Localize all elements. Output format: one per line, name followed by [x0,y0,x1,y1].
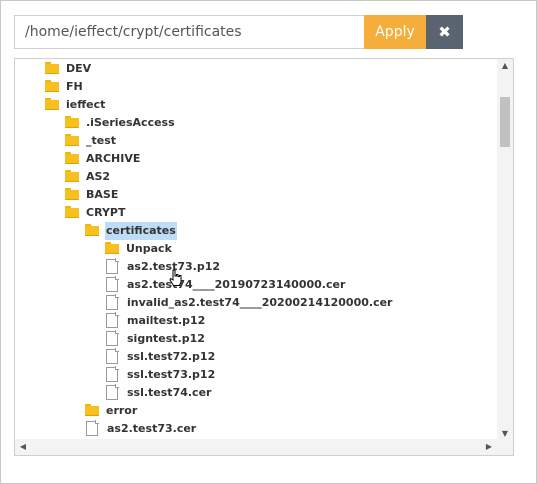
folder-icon [45,62,59,75]
tree-node-label: ieffect [66,98,106,111]
tree-node-label: certificates [105,222,177,240]
scrollbar-corner [497,439,513,455]
file-icon [86,420,99,436]
folder-icon [45,98,59,111]
tree-node-label: signtest.p12 [127,332,205,345]
scroll-up-arrow-icon[interactable]: ▲ [497,59,513,73]
close-icon: ✖ [438,23,451,41]
vertical-scrollbar[interactable]: ▲ ▼ [497,59,513,441]
folder-icon [105,242,119,255]
folder-icon [85,224,99,237]
tree-node-label: ssl.test73.p12 [127,368,216,381]
tree-node-label: as2.test74____20190723140000.cer [127,278,346,291]
horizontal-scrollbar[interactable]: ◀ ▶ [15,439,497,455]
tree-node-label: ssl.test74.cer [127,386,212,399]
file-icon [106,348,119,364]
close-button[interactable]: ✖ [426,15,463,49]
folder-icon [65,170,79,183]
tree-node-label: Unpack [126,242,172,255]
file-picker-dialog: Apply ✖ DEV FH ieffect .iSeriesAccess _test A… [0,0,537,484]
tree-node-label: BASE [86,188,119,201]
folder-icon [45,80,59,93]
tree-node-label: ssl.test72.p12 [127,350,216,363]
folder-icon [65,116,79,129]
tree-node-label: FH [66,80,83,93]
scroll-left-arrow-icon[interactable]: ◀ [16,439,30,455]
tree-node-label: as2.test73.p12 [127,260,220,273]
file-icon [106,384,119,400]
vertical-scroll-thumb[interactable] [500,97,510,147]
tree-node-label: .iSeriesAccess [86,116,175,129]
folder-icon [65,188,79,201]
tree-viewport: DEV FH ieffect .iSeriesAccess _test ARCHIVE AS… [15,59,497,441]
tree-node-label: CRYPT [86,206,126,219]
file-icon [106,258,119,274]
folder-icon [85,404,99,417]
folder-icon [65,206,79,219]
apply-button[interactable]: Apply [364,15,426,49]
tree-node-label: DEV [66,62,92,75]
tree-node-label: _test [86,134,117,147]
tree-node-label: ARCHIVE [86,152,141,165]
scroll-right-arrow-icon[interactable]: ▶ [482,439,496,455]
file-icon [106,312,119,328]
folder-icon [65,134,79,147]
tree-node-label: invalid_as2.test74____20200214120000.cer [127,296,393,309]
tree-node-label: AS2 [86,170,111,183]
directory-tree: DEV FH ieffect .iSeriesAccess _test ARCHIVE AS… [14,58,514,456]
file-icon [106,276,119,292]
tree-node-label: as2.test73.cer [107,422,197,435]
folder-icon [65,152,79,165]
file-icon [106,366,119,382]
file-icon [106,294,119,310]
tree-node-label: mailtest.p12 [127,314,206,327]
tree-node-label: error [106,404,138,417]
path-input[interactable] [14,15,364,49]
file-icon [106,330,119,346]
path-bar: Apply ✖ [14,15,463,49]
